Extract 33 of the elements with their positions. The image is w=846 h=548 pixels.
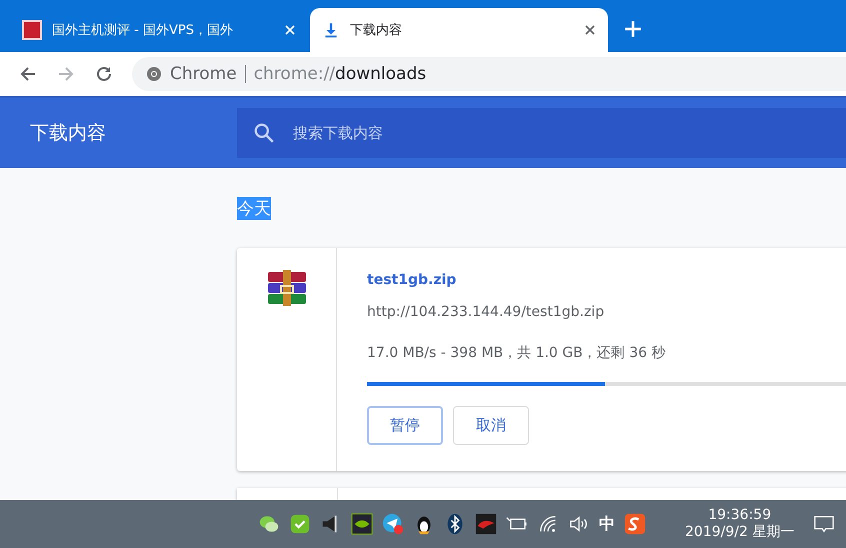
s-logo-icon[interactable] — [624, 513, 646, 535]
address-bar[interactable]: Chrome chrome://downloads — [132, 57, 846, 91]
paper-plane-icon[interactable] — [382, 513, 404, 535]
action-button[interactable]: 取消 — [453, 406, 529, 445]
search-icon — [253, 122, 275, 144]
browser-tab[interactable]: 下载内容 — [310, 8, 608, 52]
browser-tab[interactable]: 国外主机测评 - 国外VPS，国外 — [10, 8, 308, 52]
page-title: 下载内容 — [29, 121, 107, 146]
new-tab-icon[interactable] — [624, 20, 642, 38]
chrome-icon — [146, 66, 162, 82]
search-field[interactable]: 搜索下载内容 — [237, 108, 846, 158]
input-method-indicator[interactable]: 中 — [599, 514, 615, 534]
download-status: 17.0 MB/s - 398 MB，共 1.0 GB，还剩 36 秒 — [367, 344, 666, 362]
reload-icon[interactable] — [94, 64, 114, 84]
tab-title: 下载内容 — [350, 22, 403, 39]
close-icon[interactable] — [584, 24, 596, 36]
file-name-link[interactable]: test1gb.zip — [367, 272, 456, 288]
search-input[interactable]: 搜索下载内容 — [291, 123, 846, 143]
notification-icon[interactable] — [813, 513, 836, 535]
site-favicon-icon — [22, 20, 42, 40]
graphics-eye-icon[interactable] — [351, 513, 373, 535]
tab-title: 国外主机测评 - 国外VPS，国外 — [52, 22, 234, 39]
date-heading: 今天 — [237, 196, 271, 220]
chat-bubbles-icon[interactable] — [258, 513, 280, 535]
url-text: chrome://downloads — [254, 64, 426, 84]
clock-time[interactable]: 19:36:59 — [708, 507, 772, 524]
source-url: http://104.233.144.49/test1gb.zip — [367, 304, 604, 320]
lizard-icon[interactable] — [475, 513, 497, 535]
archive-books-icon — [266, 270, 306, 306]
site-label: Chrome — [170, 64, 237, 84]
action-button[interactable]: 暂停 — [367, 406, 443, 445]
shield-check-icon[interactable] — [289, 513, 311, 535]
clock-date[interactable]: 2019/9/2 星期一 — [685, 524, 794, 541]
